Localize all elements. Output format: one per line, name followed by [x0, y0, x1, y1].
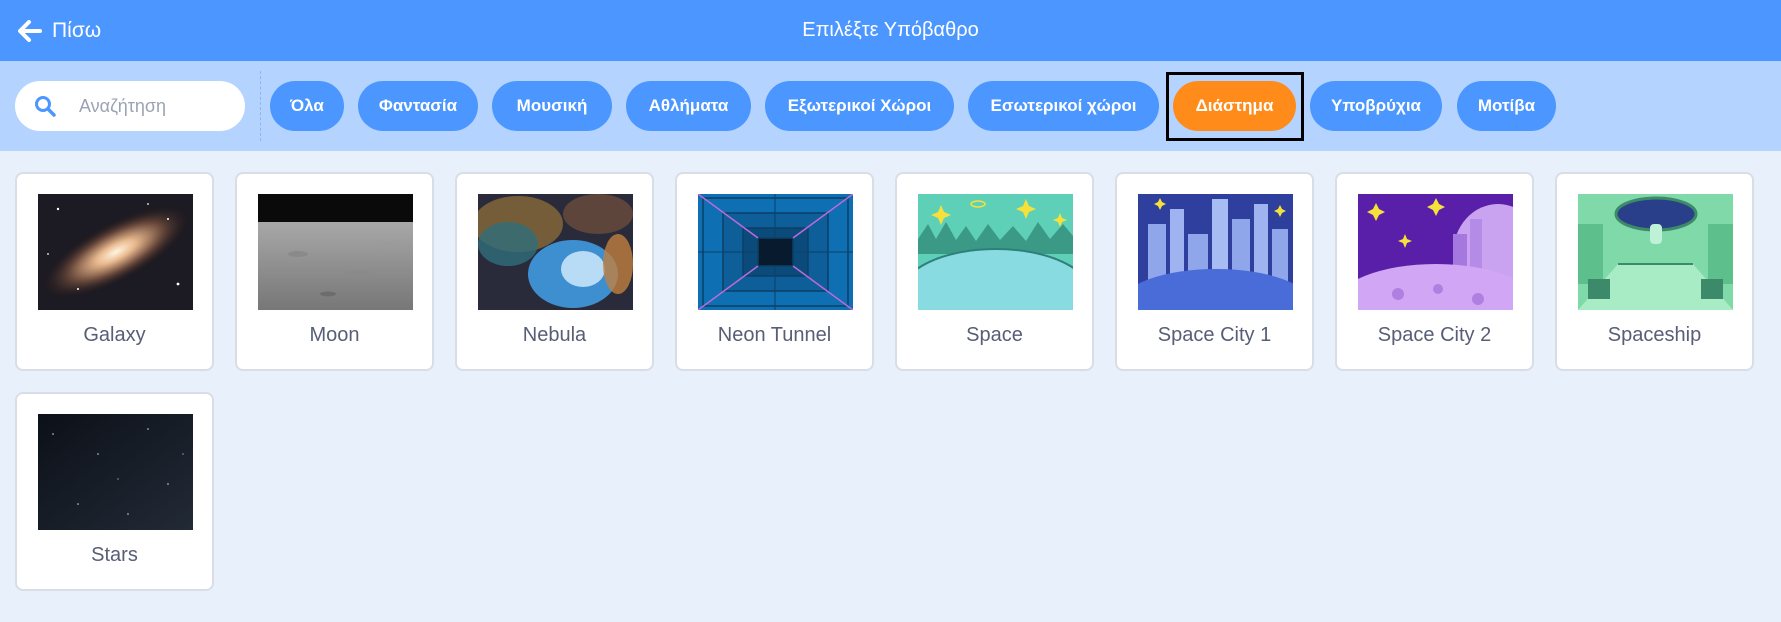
filter-bar: Όλα Φαντασία Μουσική Αθλήματα Εξωτερικοί…	[0, 61, 1781, 151]
backdrop-card-space-city-2[interactable]: Space City 2	[1335, 172, 1534, 371]
galaxy-thumbnail	[38, 194, 193, 310]
backdrop-card-galaxy[interactable]: Galaxy	[15, 172, 214, 371]
search-icon	[35, 96, 56, 117]
stars-thumbnail	[38, 414, 193, 530]
backdrop-name: Spaceship	[1607, 324, 1702, 346]
backdrop-name: Neon Tunnel	[717, 324, 832, 346]
spaceship-thumbnail	[1578, 194, 1733, 310]
arrow-left-icon	[18, 19, 42, 42]
backdrop-card-neon-tunnel[interactable]: Neon Tunnel	[675, 172, 874, 371]
tag-indoors[interactable]: Εσωτερικοί χώροι	[968, 81, 1159, 131]
back-label: Πίσω	[52, 18, 102, 42]
backdrop-name: Space City 2	[1377, 324, 1492, 346]
backdrop-card-space[interactable]: Space	[895, 172, 1094, 371]
backdrop-card-nebula[interactable]: Nebula	[455, 172, 654, 371]
backdrop-name: Space	[966, 324, 1023, 346]
backdrop-card-stars[interactable]: Stars	[15, 392, 214, 591]
backdrop-card-space-city-1[interactable]: Space City 1	[1115, 172, 1314, 371]
space-city-2-thumbnail	[1358, 194, 1513, 310]
tag-underwater[interactable]: Υποβρύχια	[1310, 81, 1442, 131]
moon-thumbnail	[258, 194, 413, 310]
backdrop-name: Stars	[91, 544, 138, 566]
tag-outdoors[interactable]: Εξωτερικοί Χώροι	[765, 81, 954, 131]
backdrop-name: Galaxy	[83, 324, 146, 346]
back-button[interactable]: Πίσω	[18, 0, 101, 61]
backdrop-name: Nebula	[522, 324, 587, 346]
tag-fantasy[interactable]: Φαντασία	[358, 81, 478, 131]
tag-patterns[interactable]: Μοτίβα	[1457, 81, 1556, 131]
nebula-thumbnail	[478, 194, 633, 310]
neon-tunnel-thumbnail	[698, 194, 853, 310]
header-bar: Πίσω Επιλέξτε Υπόβαθρο	[0, 0, 1781, 61]
backdrop-name: Moon	[309, 324, 360, 346]
divider	[260, 71, 261, 141]
tag-all[interactable]: Όλα	[270, 81, 344, 131]
tag-sports[interactable]: Αθλήματα	[626, 81, 751, 131]
search-input[interactable]	[79, 81, 229, 131]
backdrop-card-spaceship[interactable]: Spaceship	[1555, 172, 1754, 371]
tag-space[interactable]: Διάστημα	[1173, 81, 1296, 131]
space-thumbnail	[918, 194, 1073, 310]
backdrop-name: Space City 1	[1157, 324, 1272, 346]
page-title: Επιλέξτε Υπόβαθρο	[802, 19, 979, 41]
tag-music[interactable]: Μουσική	[492, 81, 612, 131]
backdrop-card-moon[interactable]: Moon	[235, 172, 434, 371]
search-box[interactable]	[15, 81, 245, 131]
space-city-1-thumbnail	[1138, 194, 1293, 310]
